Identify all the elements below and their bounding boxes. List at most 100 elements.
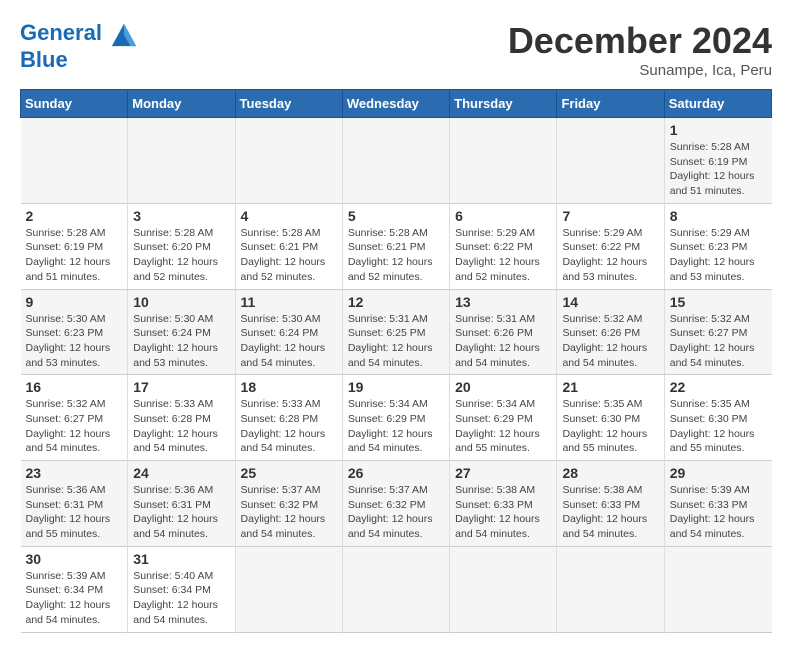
calendar-cell <box>450 118 557 204</box>
logo: General Blue <box>20 20 138 72</box>
day-info: Sunrise: 5:32 AMSunset: 6:27 PMDaylight:… <box>670 312 767 371</box>
day-info: Sunrise: 5:37 AMSunset: 6:32 PMDaylight:… <box>348 483 444 542</box>
day-number: 26 <box>348 465 444 481</box>
day-info: Sunrise: 5:31 AMSunset: 6:25 PMDaylight:… <box>348 312 444 371</box>
logo-text: General <box>20 20 138 48</box>
calendar-cell: 29 Sunrise: 5:39 AMSunset: 6:33 PMDayligh… <box>664 461 771 547</box>
day-number: 19 <box>348 379 444 395</box>
calendar-cell: 6Sunrise: 5:29 AMSunset: 6:22 PMDaylight… <box>450 203 557 289</box>
day-number: 2 <box>26 208 123 224</box>
calendar-cell: 2 Sunrise: 5:28 AMSunset: 6:19 PMDaylight… <box>21 203 128 289</box>
day-number: 30 <box>26 551 123 567</box>
calendar-cell: 1Sunrise: 5:28 AMSunset: 6:19 PMDaylight… <box>664 118 771 204</box>
calendar-week-row: 2 Sunrise: 5:28 AMSunset: 6:19 PMDaylight… <box>21 203 772 289</box>
calendar-table: SundayMondayTuesdayWednesdayThursdayFrid… <box>20 89 772 633</box>
calendar-cell: 14 Sunrise: 5:32 AMSunset: 6:26 PMDayligh… <box>557 289 664 375</box>
day-number: 31 <box>133 551 229 567</box>
calendar-cell <box>557 546 664 632</box>
day-info: Sunrise: 5:36 AMSunset: 6:31 PMDaylight:… <box>133 483 229 542</box>
day-info: Sunrise: 5:39 AMSunset: 6:33 PMDaylight:… <box>670 483 767 542</box>
day-info: Sunrise: 5:38 AMSunset: 6:33 PMDaylight:… <box>562 483 658 542</box>
calendar-cell: 31 Sunrise: 5:40 AMSunset: 6:34 PMDayligh… <box>128 546 235 632</box>
calendar-week-row: 30 Sunrise: 5:39 AMSunset: 6:34 PMDayligh… <box>21 546 772 632</box>
calendar-cell <box>664 546 771 632</box>
day-number: 9 <box>26 294 123 310</box>
calendar-cell: 18Sunrise: 5:33 AMSunset: 6:28 PMDayligh… <box>235 375 342 461</box>
title-block: December 2024 Sunampe, Ica, Peru <box>508 20 772 79</box>
calendar-cell <box>128 118 235 204</box>
weekday-header-row: SundayMondayTuesdayWednesdayThursdayFrid… <box>21 90 772 118</box>
calendar-cell: 28Sunrise: 5:38 AMSunset: 6:33 PMDayligh… <box>557 461 664 547</box>
calendar-cell: 24 Sunrise: 5:36 AMSunset: 6:31 PMDayligh… <box>128 461 235 547</box>
calendar-cell: 17 Sunrise: 5:33 AMSunset: 6:28 PMDayligh… <box>128 375 235 461</box>
day-info: Sunrise: 5:36 AMSunset: 6:31 PMDaylight:… <box>26 483 123 542</box>
day-info: Sunrise: 5:28 AMSunset: 6:20 PMDaylight:… <box>133 226 229 285</box>
day-info: Sunrise: 5:28 AMSunset: 6:21 PMDaylight:… <box>348 226 444 285</box>
day-info: Sunrise: 5:29 AMSunset: 6:23 PMDaylight:… <box>670 226 767 285</box>
logo-icon <box>110 20 138 48</box>
day-info: Sunrise: 5:38 AMSunset: 6:33 PMDaylight:… <box>455 483 551 542</box>
calendar-cell: 7 Sunrise: 5:29 AMSunset: 6:22 PMDaylight… <box>557 203 664 289</box>
day-number: 13 <box>455 294 551 310</box>
calendar-week-row: 23Sunrise: 5:36 AMSunset: 6:31 PMDayligh… <box>21 461 772 547</box>
calendar-cell: 13Sunrise: 5:31 AMSunset: 6:26 PMDayligh… <box>450 289 557 375</box>
calendar-cell: 30 Sunrise: 5:39 AMSunset: 6:34 PMDayligh… <box>21 546 128 632</box>
weekday-header: Thursday <box>450 90 557 118</box>
day-info: Sunrise: 5:39 AMSunset: 6:34 PMDaylight:… <box>26 569 123 628</box>
calendar-cell: 19Sunrise: 5:34 AMSunset: 6:29 PMDayligh… <box>342 375 449 461</box>
calendar-cell: 20 Sunrise: 5:34 AMSunset: 6:29 PMDayligh… <box>450 375 557 461</box>
calendar-cell: 12 Sunrise: 5:31 AMSunset: 6:25 PMDayligh… <box>342 289 449 375</box>
weekday-header: Saturday <box>664 90 771 118</box>
day-info: Sunrise: 5:40 AMSunset: 6:34 PMDaylight:… <box>133 569 229 628</box>
weekday-header: Monday <box>128 90 235 118</box>
day-info: Sunrise: 5:37 AMSunset: 6:32 PMDaylight:… <box>241 483 337 542</box>
day-number: 22 <box>670 379 767 395</box>
day-number: 5 <box>348 208 444 224</box>
calendar-cell <box>235 118 342 204</box>
day-number: 20 <box>455 379 551 395</box>
day-number: 24 <box>133 465 229 481</box>
weekday-header: Wednesday <box>342 90 449 118</box>
logo-blue: Blue <box>20 48 138 72</box>
calendar-cell: 25 Sunrise: 5:37 AMSunset: 6:32 PMDayligh… <box>235 461 342 547</box>
calendar-cell <box>21 118 128 204</box>
calendar-week-row: 1Sunrise: 5:28 AMSunset: 6:19 PMDaylight… <box>21 118 772 204</box>
calendar-cell: 23Sunrise: 5:36 AMSunset: 6:31 PMDayligh… <box>21 461 128 547</box>
weekday-header: Friday <box>557 90 664 118</box>
day-number: 21 <box>562 379 658 395</box>
day-number: 29 <box>670 465 767 481</box>
day-info: Sunrise: 5:35 AMSunset: 6:30 PMDaylight:… <box>562 397 658 456</box>
day-info: Sunrise: 5:28 AMSunset: 6:19 PMDaylight:… <box>26 226 123 285</box>
calendar-cell: 5 Sunrise: 5:28 AMSunset: 6:21 PMDaylight… <box>342 203 449 289</box>
day-number: 12 <box>348 294 444 310</box>
day-number: 1 <box>670 122 767 138</box>
day-info: Sunrise: 5:32 AMSunset: 6:26 PMDaylight:… <box>562 312 658 371</box>
day-number: 4 <box>241 208 337 224</box>
day-info: Sunrise: 5:34 AMSunset: 6:29 PMDaylight:… <box>455 397 551 456</box>
calendar-cell: 21 Sunrise: 5:35 AMSunset: 6:30 PMDayligh… <box>557 375 664 461</box>
day-info: Sunrise: 5:28 AMSunset: 6:21 PMDaylight:… <box>241 226 337 285</box>
location: Sunampe, Ica, Peru <box>508 62 772 79</box>
calendar-cell: 8 Sunrise: 5:29 AMSunset: 6:23 PMDaylight… <box>664 203 771 289</box>
day-number: 25 <box>241 465 337 481</box>
calendar-cell <box>450 546 557 632</box>
weekday-header: Sunday <box>21 90 128 118</box>
day-number: 6 <box>455 208 551 224</box>
calendar-cell <box>342 118 449 204</box>
day-info: Sunrise: 5:29 AMSunset: 6:22 PMDaylight:… <box>562 226 658 285</box>
calendar-cell: 16Sunrise: 5:32 AMSunset: 6:27 PMDayligh… <box>21 375 128 461</box>
weekday-header: Tuesday <box>235 90 342 118</box>
calendar-cell: 4 Sunrise: 5:28 AMSunset: 6:21 PMDaylight… <box>235 203 342 289</box>
calendar-cell <box>342 546 449 632</box>
calendar-cell: 27Sunrise: 5:38 AMSunset: 6:33 PMDayligh… <box>450 461 557 547</box>
day-number: 11 <box>241 294 337 310</box>
calendar-cell <box>235 546 342 632</box>
calendar-week-row: 16Sunrise: 5:32 AMSunset: 6:27 PMDayligh… <box>21 375 772 461</box>
day-number: 8 <box>670 208 767 224</box>
day-number: 14 <box>562 294 658 310</box>
day-info: Sunrise: 5:30 AMSunset: 6:24 PMDaylight:… <box>241 312 337 371</box>
day-number: 7 <box>562 208 658 224</box>
day-number: 17 <box>133 379 229 395</box>
calendar-cell: 10Sunrise: 5:30 AMSunset: 6:24 PMDayligh… <box>128 289 235 375</box>
day-info: Sunrise: 5:33 AMSunset: 6:28 PMDaylight:… <box>133 397 229 456</box>
